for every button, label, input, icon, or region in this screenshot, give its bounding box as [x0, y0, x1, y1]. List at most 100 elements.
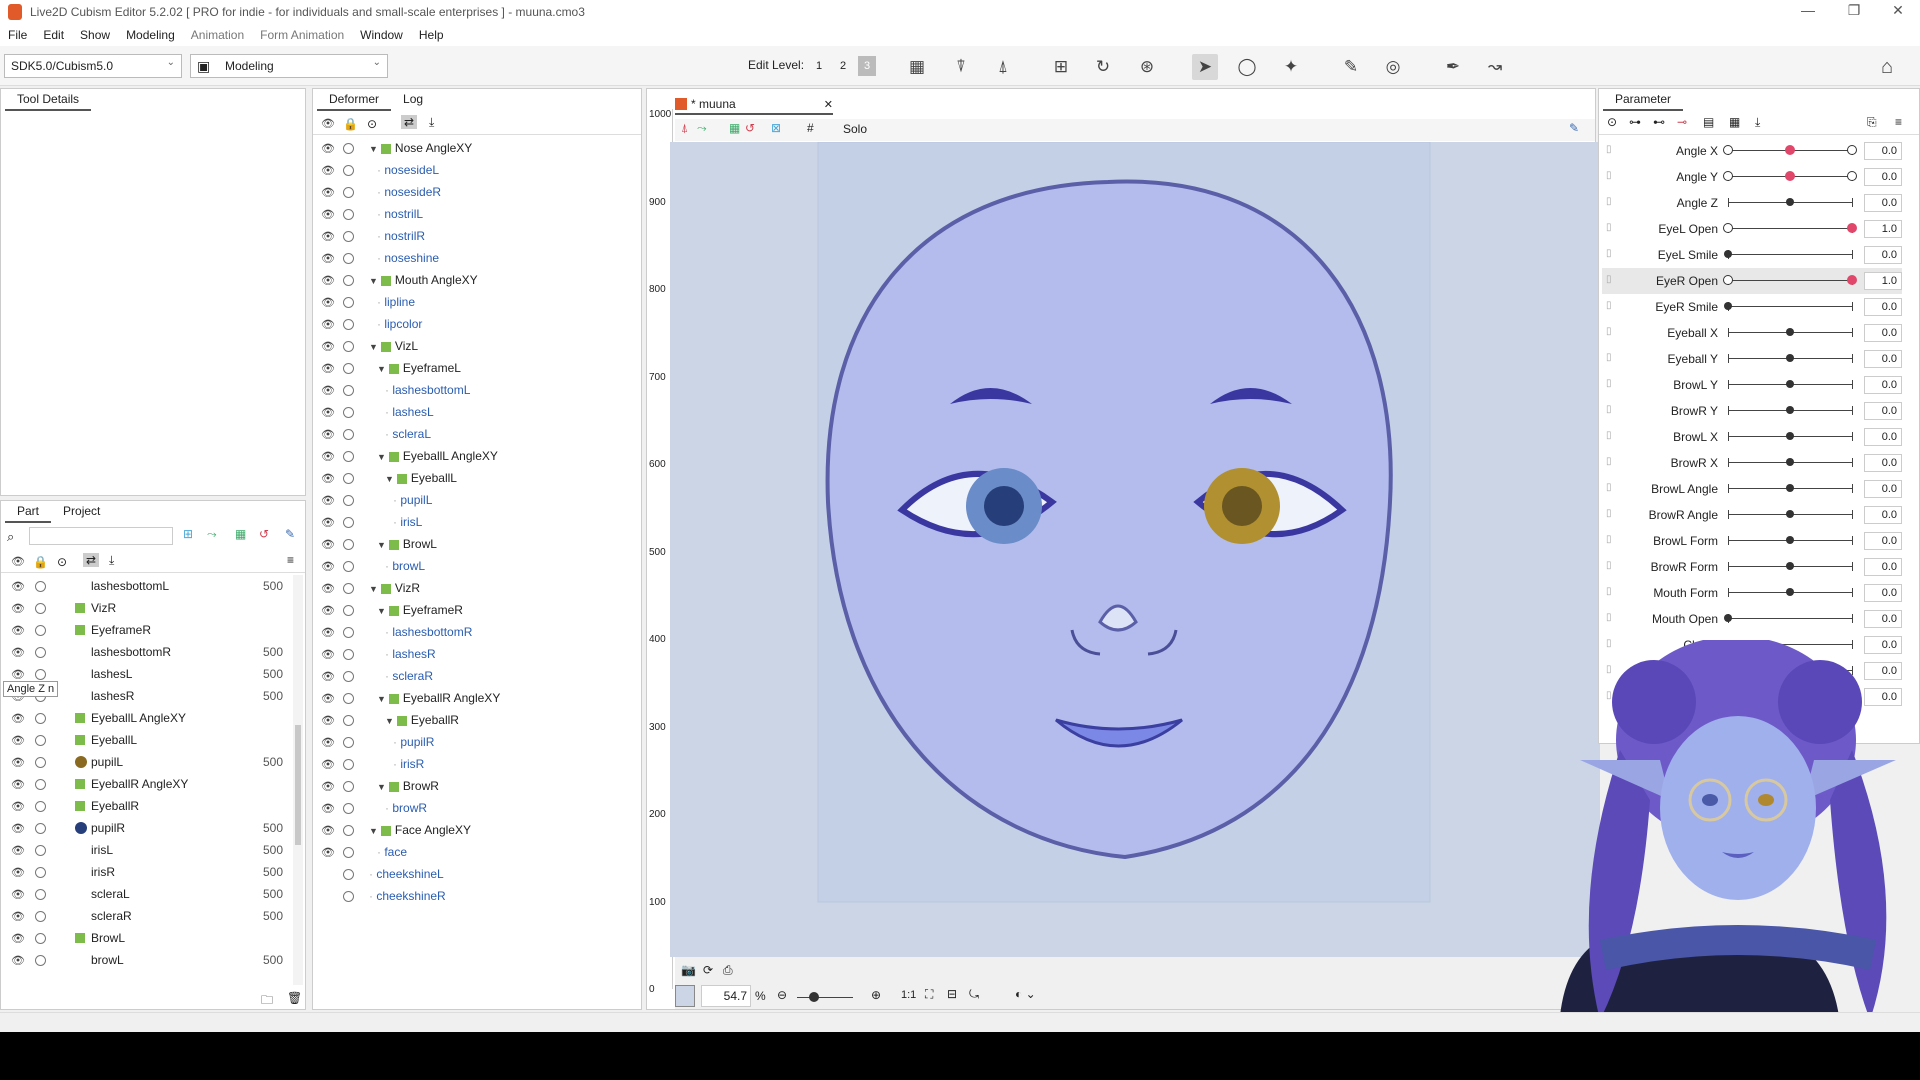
deformer-row[interactable]: 👁 · lashesbottomL: [313, 379, 633, 401]
edit-level-1[interactable]: 1: [810, 56, 828, 76]
eye-icon[interactable]: 👁: [321, 648, 335, 661]
eye-icon[interactable]: 👁: [11, 800, 25, 813]
deformer-row[interactable]: 👁 · lipline: [313, 291, 633, 313]
deformer-row[interactable]: 👁 · nosesideR: [313, 181, 633, 203]
frame-icon[interactable]: ⊠: [771, 121, 781, 135]
parameter-slider[interactable]: [1728, 280, 1852, 281]
lock-toggle[interactable]: [343, 869, 354, 880]
fit-icon[interactable]: ⛶: [925, 987, 933, 1002]
rotation-icon[interactable]: ↺: [745, 121, 755, 135]
eye-icon[interactable]: 👁: [11, 910, 25, 923]
zoom-input[interactable]: 54.7: [701, 985, 751, 1007]
expand-caret-icon[interactable]: ▼: [369, 144, 378, 154]
deformer-row[interactable]: 👁 · nostrilL: [313, 203, 633, 225]
restore-icon[interactable]: ❐: [1834, 2, 1874, 19]
parameter-slider-knob[interactable]: [1724, 302, 1732, 310]
lock-toggle[interactable]: [35, 603, 46, 614]
lock-toggle[interactable]: [343, 341, 354, 352]
parameter-slider-knob[interactable]: [1786, 562, 1794, 570]
expand-caret-icon[interactable]: ▼: [377, 606, 386, 616]
parameter-row[interactable]: ▯ EyeL Smile 0.0: [1602, 242, 1902, 268]
param-lock-icon[interactable]: ▯: [1606, 482, 1612, 493]
eye-icon[interactable]: 👁: [321, 164, 335, 177]
eye-icon[interactable]: 👁: [321, 384, 335, 397]
expand-caret-icon[interactable]: ▼: [377, 452, 386, 462]
deformer-row[interactable]: 👁 ▼ Face AngleXY: [313, 819, 633, 841]
auto-mesh-icon[interactable]: ⍋: [990, 54, 1016, 80]
parameter-value-input[interactable]: 0.0: [1864, 246, 1902, 264]
lock-toggle[interactable]: [35, 625, 46, 636]
mode-dropdown[interactable]: ▣ Modeling ⌄: [190, 54, 388, 78]
glue-icon[interactable]: ⊛: [1134, 54, 1160, 80]
expand-caret-icon[interactable]: ▼: [385, 716, 394, 726]
eye-icon[interactable]: 👁: [11, 555, 25, 568]
eye-icon[interactable]: 👁: [321, 560, 335, 573]
expand-caret-icon[interactable]: ▼: [369, 826, 378, 836]
eye-icon[interactable]: 👁: [321, 670, 335, 683]
deformer-row[interactable]: 👁 · pupilR: [313, 731, 633, 753]
eye-icon[interactable]: 👁: [321, 538, 335, 551]
minimize-icon[interactable]: —: [1788, 2, 1828, 18]
parameter-slider-knob[interactable]: [1724, 250, 1732, 258]
lock-toggle[interactable]: [35, 801, 46, 812]
eye-icon[interactable]: 👁: [321, 846, 335, 859]
parameter-value-input[interactable]: 0.0: [1864, 584, 1902, 602]
lock-toggle[interactable]: [35, 867, 46, 878]
parameter-value-input[interactable]: 0.0: [1864, 428, 1902, 446]
parameter-row[interactable]: ▯ EyeL Open 1.0: [1602, 216, 1902, 242]
brush-icon[interactable]: ✎: [1338, 54, 1364, 80]
link-icon[interactable]: ⤳: [207, 527, 217, 542]
pen-icon[interactable]: ✎: [285, 527, 295, 541]
edit-level-3[interactable]: 3: [858, 56, 876, 76]
parameter-value-input[interactable]: 0.0: [1864, 168, 1902, 186]
lock-toggle[interactable]: [343, 165, 354, 176]
parameter-slider-knob[interactable]: [1785, 171, 1795, 181]
parameter-slider-knob[interactable]: [1724, 614, 1732, 622]
parameter-row[interactable]: ▯ Mouth Open 0.0: [1602, 606, 1902, 632]
deformer-row[interactable]: 👁 · browL: [313, 555, 633, 577]
lock-toggle[interactable]: [343, 517, 354, 528]
part-row[interactable]: 👁 EyeballL: [1, 729, 291, 751]
parameter-slider[interactable]: [1728, 306, 1852, 307]
deformer-row[interactable]: 👁 · lashesbottomR: [313, 621, 633, 643]
camera-icon[interactable]: 📷: [681, 963, 696, 977]
one-to-one-button[interactable]: 1:1: [901, 989, 916, 1001]
deformer-row[interactable]: 👁 ▼ Mouth AngleXY: [313, 269, 633, 291]
deformer-row[interactable]: 👁 · scleraR: [313, 665, 633, 687]
part-row[interactable]: 👁 EyeframeR: [1, 619, 291, 641]
parameter-row[interactable]: ▯ Angle X 0.0: [1602, 138, 1902, 164]
curve-icon[interactable]: ↝: [1482, 54, 1508, 80]
menu-window[interactable]: Window: [360, 28, 403, 42]
rotation-deformer-icon[interactable]: ↻: [1090, 54, 1116, 80]
chevron-down-icon[interactable]: ⊙: [57, 555, 67, 569]
parameter-slider[interactable]: [1728, 254, 1852, 255]
eye-icon[interactable]: 👁: [321, 494, 335, 507]
lock-toggle[interactable]: [35, 779, 46, 790]
warp-deformer-icon[interactable]: ⊞: [1048, 54, 1074, 80]
eye-icon[interactable]: 👁: [11, 844, 25, 857]
keyform-marker[interactable]: [1847, 171, 1857, 181]
part-row[interactable]: 👁 scleraR 500: [1, 905, 291, 927]
parameter-value-input[interactable]: 0.0: [1864, 454, 1902, 472]
sdk-dropdown[interactable]: SDK5.0/Cubism5.0 ⌄: [4, 54, 182, 78]
deformer-row[interactable]: 👁 ▼ Nose AngleXY: [313, 137, 633, 159]
keyform-marker[interactable]: [1723, 145, 1733, 155]
param-lock-icon[interactable]: ▯: [1606, 144, 1612, 155]
eye-icon[interactable]: 👁: [321, 362, 335, 375]
lock-toggle[interactable]: [343, 231, 354, 242]
parameter-slider-knob[interactable]: [1786, 198, 1794, 206]
menu-file[interactable]: File: [8, 28, 27, 42]
record-icon[interactable]: ⟳: [703, 963, 713, 977]
deformer-row[interactable]: 👁 · lashesR: [313, 643, 633, 665]
menu-modeling[interactable]: Modeling: [126, 28, 175, 42]
export-icon[interactable]: ⤓: [109, 553, 114, 568]
tab-log[interactable]: Log: [391, 89, 435, 111]
parameter-row[interactable]: ▯ BrowR Angle 0.0: [1602, 502, 1902, 528]
param-lock-icon[interactable]: ▯: [1606, 430, 1612, 441]
param-lock-icon[interactable]: ▯: [1606, 352, 1612, 363]
lock-toggle[interactable]: [35, 911, 46, 922]
lock-toggle[interactable]: [343, 473, 354, 484]
eye-icon[interactable]: 👁: [321, 802, 335, 815]
lasso-icon[interactable]: ◯: [1234, 54, 1260, 80]
eye-icon[interactable]: 👁: [321, 824, 335, 837]
